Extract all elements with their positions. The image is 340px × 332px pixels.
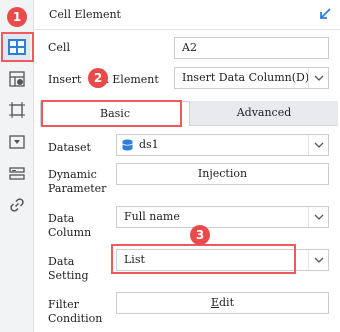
chevron-down-icon [308, 250, 328, 270]
dataset-select[interactable]: ds1 [116, 134, 329, 156]
injection-button[interactable]: Injection [116, 163, 329, 185]
widget-icon [9, 102, 25, 118]
cell-element-icon [8, 39, 26, 55]
chevron-down-icon [308, 207, 328, 227]
cell-element-button[interactable] [4, 34, 30, 60]
data-column-value: Full name [124, 210, 180, 223]
edit-filter-button[interactable]: Edit [116, 292, 329, 314]
settings-panel: Cell Element Cell A2 Insert l Element Ins… [35, 0, 340, 332]
data-column-label: Data Column [48, 212, 92, 239]
chevron-down-icon [308, 135, 328, 155]
collapse-arrow-icon[interactable] [318, 7, 332, 21]
data-setting-value: List [124, 253, 145, 266]
cell-label: Cell [48, 41, 70, 54]
tab-advanced[interactable]: Advanced [190, 101, 338, 126]
hyperlink-button[interactable] [4, 192, 30, 218]
panel-title: Cell Element [49, 8, 121, 21]
data-setting-label: Data Setting [48, 255, 89, 282]
layout-button[interactable] [4, 161, 30, 187]
data-column-select[interactable]: Full name [116, 206, 329, 228]
tab-basic[interactable]: Basic [40, 101, 190, 126]
layout-icon [9, 167, 25, 180]
link-icon [10, 198, 24, 212]
dropdown-icon [9, 135, 25, 149]
dropdown-button[interactable] [4, 129, 30, 155]
dataset-label: Dataset [48, 141, 91, 154]
cell-input[interactable]: A2 [174, 37, 329, 59]
cell-attribute-button[interactable] [4, 66, 30, 92]
insert-element-select[interactable]: Insert Data Column(D) [174, 67, 329, 89]
step-badge-3: 3 [190, 225, 210, 245]
data-setting-select[interactable]: List [116, 249, 329, 271]
cell-attribute-icon [9, 71, 25, 87]
step-badge-1: 1 [7, 7, 27, 27]
step-badge-2: 2 [88, 68, 108, 88]
chevron-down-icon [308, 68, 328, 88]
widget-button[interactable] [4, 97, 30, 123]
panel-header: Cell Element [35, 0, 340, 30]
dataset-value: ds1 [139, 138, 159, 151]
filter-condition-label: Filter Condition [48, 298, 103, 325]
insert-element-value: Insert Data Column(D) [182, 71, 310, 84]
database-icon [122, 139, 133, 151]
icon-rail [0, 0, 34, 332]
dynamic-parameter-label: Dynamic Parameter [48, 168, 107, 195]
